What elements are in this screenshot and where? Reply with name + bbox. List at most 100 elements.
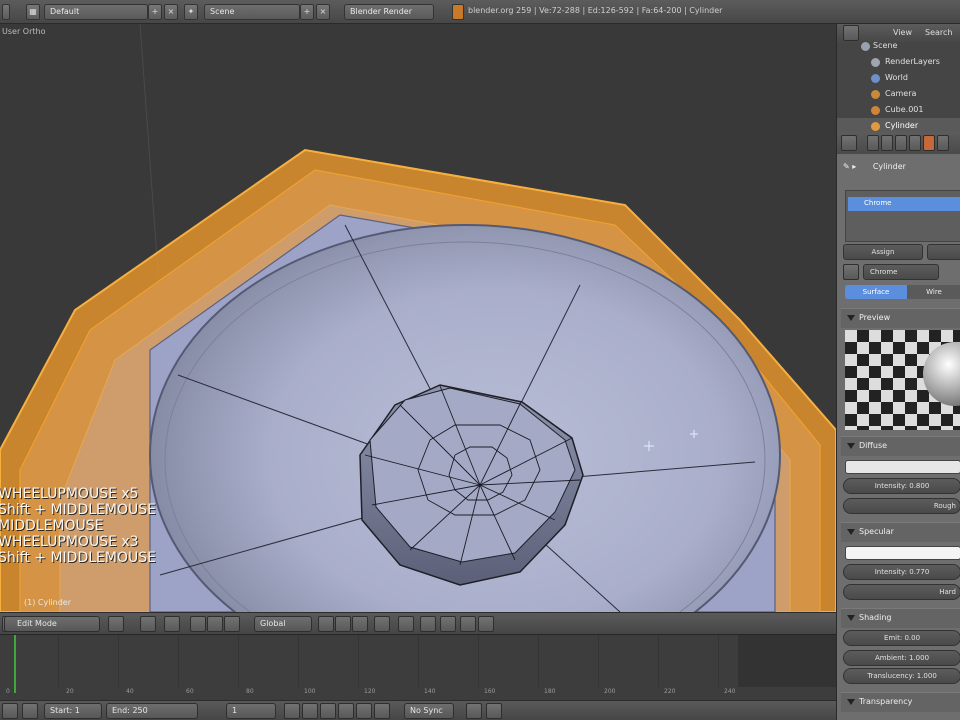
outliner-item-renderlayers[interactable]: RenderLayers <box>837 54 960 70</box>
specular-color-swatch[interactable] <box>845 546 960 560</box>
proportional-edit-icon[interactable] <box>398 616 414 632</box>
sync-mode-select[interactable]: No Sync <box>404 703 454 719</box>
panel-transparency[interactable]: Transparency <box>841 692 960 712</box>
opengl-render-icon[interactable] <box>460 616 476 632</box>
frame-gridline <box>298 635 299 687</box>
render-tab-icon[interactable] <box>867 135 879 151</box>
outliner-item-scene[interactable]: Scene <box>837 38 960 54</box>
current-frame-field[interactable]: 1 <box>226 703 276 719</box>
jump-end-icon[interactable] <box>374 703 390 719</box>
mesh-icon <box>871 106 880 115</box>
face-select-icon[interactable] <box>352 616 368 632</box>
translate-icon[interactable] <box>190 616 206 632</box>
prev-keyframe-icon[interactable] <box>302 703 318 719</box>
mesh-icon <box>871 122 880 131</box>
translucency-field[interactable]: Translucency: 1.000 <box>843 668 960 684</box>
outliner-item-label: Camera <box>885 89 917 98</box>
material-slot-list[interactable]: Chrome <box>845 190 960 242</box>
play-reverse-icon[interactable] <box>320 703 336 719</box>
occlude-geometry-icon[interactable] <box>374 616 390 632</box>
modifier-tab-icon[interactable] <box>909 135 921 151</box>
frame-label: 120 <box>364 688 376 695</box>
diffuse-color-swatch[interactable] <box>845 460 960 474</box>
key-history-line: WHEELUPMOUSE x5 <box>0 486 139 502</box>
mode-select[interactable]: Edit Mode <box>4 616 100 632</box>
play-icon[interactable] <box>338 703 354 719</box>
current-frame-marker[interactable] <box>14 635 16 693</box>
material-name-field[interactable]: Chrome <box>863 264 939 280</box>
outliner-item-cube[interactable]: Cube.001 <box>837 102 960 118</box>
rotate-icon[interactable] <box>207 616 223 632</box>
delete-scene-button[interactable]: × <box>316 4 330 20</box>
frame-label: 60 <box>186 688 194 695</box>
snap-target-icon[interactable] <box>440 616 456 632</box>
frame-label: 180 <box>544 688 556 695</box>
screen-layout-select[interactable]: Default <box>44 4 148 20</box>
delete-layout-button[interactable]: × <box>164 4 178 20</box>
tab-surface[interactable]: Surface <box>845 285 907 299</box>
tab-wire[interactable]: Wire <box>907 285 960 299</box>
scale-icon[interactable] <box>224 616 240 632</box>
panel-shading[interactable]: Shading <box>841 608 960 628</box>
panel-specular[interactable]: Specular <box>841 522 960 542</box>
specular-intensity-field[interactable]: Intensity: 0.770 <box>843 564 960 580</box>
panel-preview[interactable]: Preview <box>841 308 960 328</box>
viewport-shading-icon[interactable] <box>108 616 124 632</box>
start-frame-field[interactable]: Start: 1 <box>44 703 102 719</box>
timeline-editor[interactable]: 0 20 40 60 80 100 120 140 160 180 200 22… <box>0 634 836 700</box>
key-history-line: WHEELUPMOUSE x3 <box>0 534 139 550</box>
info-header: ▦ Default + × ✦ Scene + × Blender Render… <box>0 0 960 24</box>
vertex-select-icon[interactable] <box>318 616 334 632</box>
properties-editor[interactable]: ✎ ▸ Cylinder Chrome Assign Chrome Surfac… <box>836 132 960 720</box>
next-keyframe-icon[interactable] <box>356 703 372 719</box>
emit-field[interactable]: Emit: 0.00 <box>843 630 960 646</box>
edge-select-icon[interactable] <box>335 616 351 632</box>
specular-shader-select[interactable]: Hard <box>843 584 960 600</box>
material-slot-item[interactable]: Chrome <box>848 197 960 211</box>
scene-tab-icon[interactable] <box>881 135 893 151</box>
transform-orientation-select[interactable]: Global <box>254 616 312 632</box>
material-browse-icon[interactable] <box>843 264 859 280</box>
diffuse-shader-select[interactable]: Rough <box>843 498 960 514</box>
screen-layout-icon[interactable]: ▦ <box>26 4 40 20</box>
keying-set-icon[interactable] <box>486 703 502 719</box>
outliner[interactable]: View Search Scene RenderLayers World Cam… <box>836 24 960 134</box>
assign-button[interactable]: Assign <box>843 244 923 260</box>
snap-icon[interactable] <box>420 616 436 632</box>
frame-label: 220 <box>664 688 676 695</box>
manipulator-icon[interactable] <box>164 616 180 632</box>
frame-gridline <box>118 635 119 687</box>
object-tab-icon[interactable] <box>895 135 907 151</box>
outliner-item-label: Cube.001 <box>885 105 924 114</box>
frame-gridline <box>538 635 539 687</box>
ambient-field[interactable]: Ambient: 1.000 <box>843 650 960 666</box>
jump-start-icon[interactable] <box>284 703 300 719</box>
pivot-point-icon[interactable] <box>140 616 156 632</box>
outliner-item-camera[interactable]: Camera <box>837 86 960 102</box>
outliner-search-menu[interactable]: Search <box>925 28 952 37</box>
editor-type-icon[interactable] <box>841 135 857 151</box>
timeline-menu-icon[interactable] <box>22 703 38 719</box>
texture-tab-icon[interactable] <box>937 135 949 151</box>
select-button[interactable] <box>927 244 960 260</box>
diffuse-intensity-field[interactable]: Intensity: 0.800 <box>843 478 960 494</box>
material-tab-icon[interactable] <box>923 135 935 151</box>
scene-icon[interactable]: ✦ <box>184 4 198 20</box>
scene-select[interactable]: Scene <box>204 4 300 20</box>
render-engine-select[interactable]: Blender Render <box>344 4 434 20</box>
info-menu-stub[interactable] <box>2 4 10 20</box>
end-frame-field[interactable]: End: 250 <box>106 703 198 719</box>
frame-gridline <box>418 635 419 687</box>
view3d-header: Edit Mode Global <box>0 612 836 634</box>
3d-viewport[interactable]: User Ortho WHEELUPMOUSE x5 Shift + MIDDL… <box>0 24 836 612</box>
auto-keying-icon[interactable] <box>466 703 482 719</box>
editor-type-icon[interactable] <box>2 703 18 719</box>
add-scene-button[interactable]: + <box>300 4 314 20</box>
outliner-item-world[interactable]: World <box>837 70 960 86</box>
panel-diffuse[interactable]: Diffuse <box>841 436 960 456</box>
opengl-anim-icon[interactable] <box>478 616 494 632</box>
pin-icon[interactable]: ✎ ▸ <box>843 162 856 171</box>
outliner-view-menu[interactable]: View <box>893 28 912 37</box>
key-history-line: Shift + MIDDLEMOUSE <box>0 550 156 566</box>
add-layout-button[interactable]: + <box>148 4 162 20</box>
